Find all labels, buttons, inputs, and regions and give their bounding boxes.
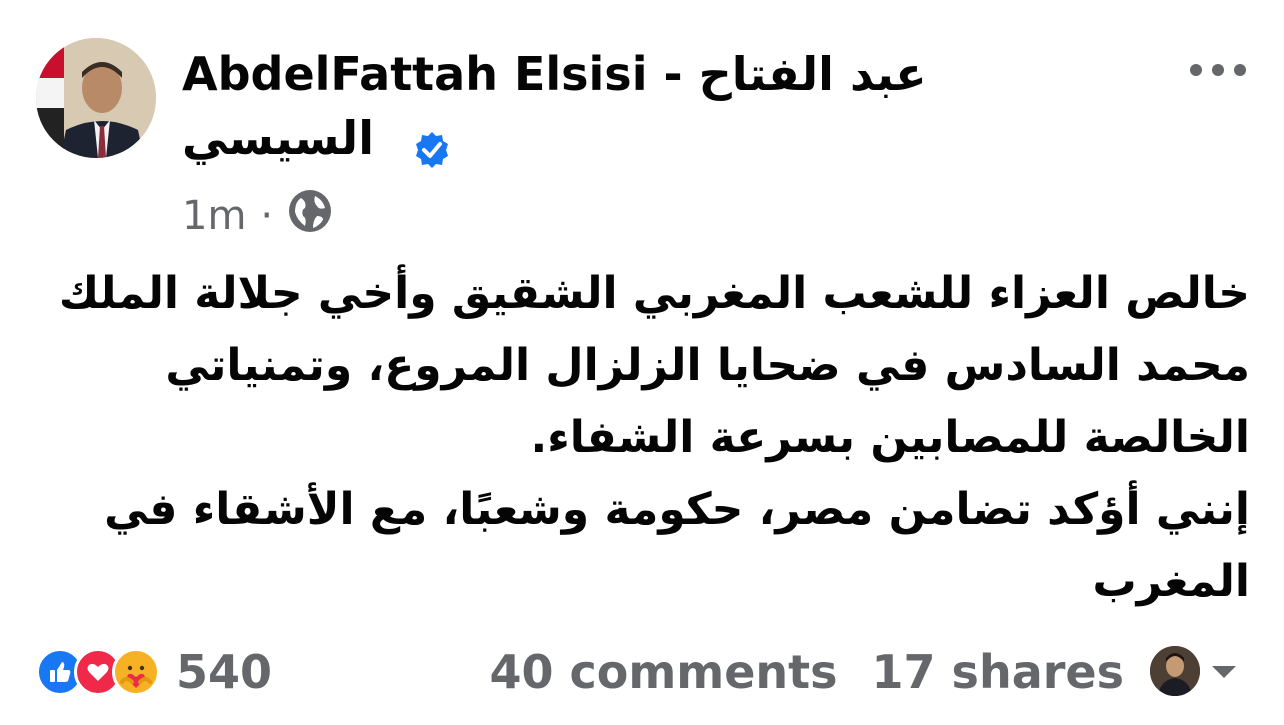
viewer-avatar[interactable] — [1150, 646, 1200, 696]
more-options-button[interactable] — [1190, 56, 1246, 84]
author-name-latin[interactable]: AbdelFattah Elsisi - — [182, 47, 683, 101]
more-horizontal-icon — [1212, 64, 1224, 76]
author-photo — [36, 38, 156, 158]
post-timestamp[interactable]: 1m — [182, 193, 246, 239]
author-avatar[interactable] — [36, 38, 156, 158]
shares-count[interactable]: 17 shares — [872, 645, 1124, 699]
comments-count[interactable]: 40 comments — [489, 645, 837, 699]
viewer-photo — [1150, 646, 1200, 696]
globe-icon[interactable] — [287, 188, 333, 244]
author-name[interactable]: AbdelFattah Elsisi - عبد الفتاح السيسي — [182, 42, 1062, 170]
caret-down-icon[interactable] — [1212, 666, 1236, 678]
more-horizontal-icon — [1234, 64, 1246, 76]
reaction-count[interactable]: 540 — [176, 645, 272, 699]
verified-badge-icon — [412, 122, 452, 168]
reactions-summary[interactable]: 540 — [36, 644, 272, 700]
care-icon — [112, 648, 160, 696]
engagement-stats: 40 comments 17 shares — [489, 640, 1124, 704]
post-body: خالص العزاء للشعب المغربي الشقيق وأخي جل… — [58, 268, 1250, 607]
post-meta: 1m · — [182, 188, 333, 244]
meta-separator: · — [260, 193, 274, 239]
more-horizontal-icon — [1190, 64, 1202, 76]
